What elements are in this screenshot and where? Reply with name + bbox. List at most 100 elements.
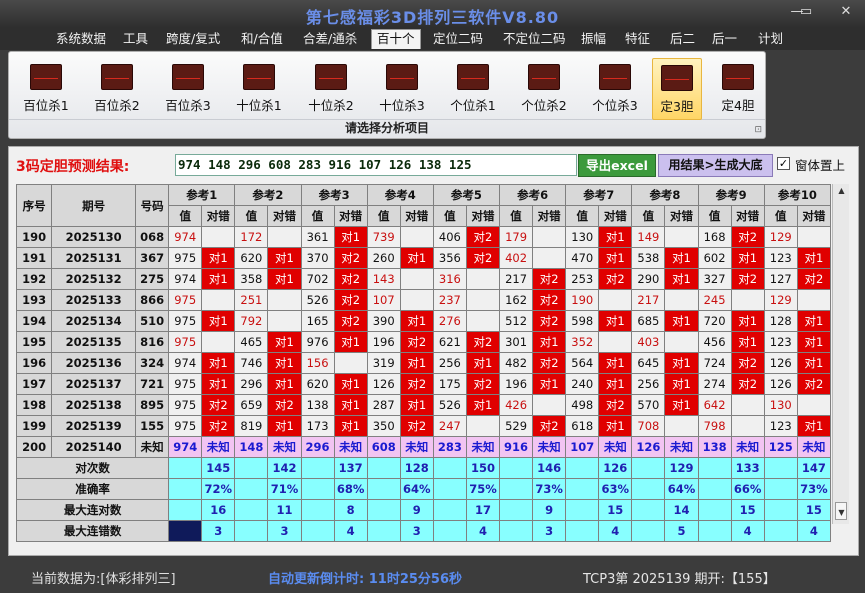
sub-header-value: 值 bbox=[763, 205, 798, 227]
menu-item-5[interactable]: 百十个 bbox=[371, 29, 421, 49]
result-field[interactable]: 974 148 296 608 283 916 107 126 138 125 bbox=[175, 154, 577, 176]
cell-hit bbox=[664, 331, 699, 353]
window-title: 第七感福彩3D排列三软件V8.80 bbox=[305, 8, 560, 27]
col-header: 号码 bbox=[135, 184, 170, 227]
sub-header-hit: 对错 bbox=[267, 205, 302, 227]
ribbon-button-7[interactable]: 个位杀2 bbox=[516, 58, 572, 120]
close-button[interactable]: ✕ bbox=[835, 4, 857, 19]
ribbon-button-0[interactable]: 百位杀1 bbox=[18, 58, 74, 120]
row-period: 2025138 bbox=[51, 394, 137, 416]
sub-header-value: 值 bbox=[565, 205, 600, 227]
menu-item-6[interactable]: 定位二码 bbox=[428, 30, 488, 50]
generate-base-button[interactable]: 用结果>生成大底 bbox=[658, 154, 773, 177]
ribbon-button-3[interactable]: 十位杀1 bbox=[231, 58, 287, 120]
cell-value: 645 bbox=[631, 352, 666, 374]
chart-icon bbox=[599, 64, 631, 90]
table-row[interactable]: 194 2025134 510 975 对1 792 165 对2 390 对1 276 512 对2 5… bbox=[15, 310, 832, 332]
restore-button[interactable]: ▭ bbox=[795, 4, 817, 19]
cell-value: 402 bbox=[499, 247, 534, 269]
cell-hit bbox=[796, 394, 832, 416]
ribbon-button-5[interactable]: 十位杀3 bbox=[374, 58, 430, 120]
cell-value: 253 bbox=[565, 268, 600, 290]
table-row[interactable]: 195 2025135 816 975 465 对1 976 对1 196 对2 621 对2 301 对… bbox=[15, 331, 832, 353]
cell-hit: 对1 bbox=[598, 310, 633, 332]
ribbon-button-10[interactable]: 定4胆 bbox=[713, 58, 763, 120]
ribbon-button-8[interactable]: 个位杀3 bbox=[587, 58, 643, 120]
menu-item-1[interactable]: 工具 bbox=[118, 30, 153, 50]
stats-blank bbox=[565, 499, 600, 521]
pending-status: 未知 bbox=[796, 436, 832, 458]
pending-row[interactable]: 200 2025140 未知 974 未知 148 未知 296 未知 608 未知 283 未知 916… bbox=[15, 436, 832, 458]
table-row[interactable]: 198 2025138 895 975 对2 659 对2 138 对1 287 对1 526 对1 42… bbox=[15, 394, 832, 416]
cell-hit: 对1 bbox=[399, 352, 434, 374]
sub-header-hit: 对错 bbox=[664, 205, 699, 227]
cell-hit: 对2 bbox=[399, 415, 434, 437]
cell-value: 127 bbox=[763, 268, 798, 290]
pending-value: 916 bbox=[499, 436, 534, 458]
cell-value: 149 bbox=[631, 226, 666, 248]
pending-value: 608 bbox=[366, 436, 401, 458]
row-seq: 196 bbox=[15, 352, 53, 374]
table-row[interactable]: 197 2025137 721 975 对1 296 对1 620 对1 126 对2 175 对2 19… bbox=[15, 373, 832, 395]
cell-hit bbox=[201, 331, 236, 353]
menu-item-9[interactable]: 特征 bbox=[620, 30, 655, 50]
ribbon-button-9[interactable]: 定3胆 bbox=[652, 58, 702, 120]
export-excel-button[interactable]: 导出excel bbox=[578, 154, 656, 177]
ribbon-button-6[interactable]: 个位杀1 bbox=[445, 58, 501, 120]
menu-item-7[interactable]: 不定位二码 bbox=[498, 30, 571, 50]
table-row[interactable]: 199 2025139 155 975 对2 819 对1 173 对1 350 对2 247 529 对… bbox=[15, 415, 832, 437]
ribbon-expand-icon[interactable]: ⊡ bbox=[754, 125, 762, 135]
vertical-scrollbar[interactable]: ▲ ▼ bbox=[832, 184, 849, 524]
cell-hit: 对2 bbox=[201, 394, 236, 416]
cell-hit bbox=[201, 289, 236, 311]
stats-value: 9 bbox=[399, 499, 434, 521]
ribbon-button-label: 十位杀2 bbox=[308, 98, 354, 113]
menu-item-4[interactable]: 合差/通杀 bbox=[298, 30, 362, 50]
menu-item-2[interactable]: 跨度/复式 bbox=[161, 30, 225, 50]
cell-value: 724 bbox=[697, 352, 732, 374]
menu-item-10[interactable]: 后二 bbox=[665, 30, 700, 50]
menu-item-0[interactable]: 系统数据 bbox=[51, 30, 111, 50]
cell-value: 708 bbox=[631, 415, 666, 437]
cell-hit: 对2 bbox=[532, 289, 567, 311]
stats-blank bbox=[499, 478, 534, 500]
scroll-up-icon[interactable]: ▲ bbox=[833, 186, 850, 200]
ribbon-button-2[interactable]: 百位杀3 bbox=[160, 58, 216, 120]
cell-value: 620 bbox=[234, 247, 269, 269]
cell-hit bbox=[598, 289, 633, 311]
cell-hit bbox=[267, 289, 302, 311]
sub-header-hit: 对错 bbox=[465, 205, 501, 227]
menu-item-3[interactable]: 和/合值 bbox=[236, 30, 288, 50]
cell-hit: 对1 bbox=[664, 394, 699, 416]
table-row[interactable]: 191 2025131 367 975 对1 620 对1 370 对2 260 对1 356 对2 40… bbox=[15, 247, 832, 269]
stats-blank bbox=[432, 478, 467, 500]
cell-value: 621 bbox=[432, 331, 467, 353]
chart-icon bbox=[528, 64, 560, 90]
cell-hit: 对1 bbox=[201, 268, 236, 290]
cell-hit: 对2 bbox=[730, 352, 765, 374]
menu-item-12[interactable]: 计划 bbox=[753, 30, 788, 50]
stats-blank bbox=[432, 457, 467, 479]
chart-icon bbox=[172, 64, 204, 90]
scroll-down-icon[interactable]: ▼ bbox=[833, 508, 850, 522]
cell-value: 370 bbox=[300, 247, 335, 269]
cell-value: 196 bbox=[366, 331, 401, 353]
cell-value: 618 bbox=[565, 415, 600, 437]
row-number: 367 bbox=[135, 247, 170, 269]
cell-hit: 对1 bbox=[333, 226, 368, 248]
menu-item-11[interactable]: 后一 bbox=[707, 30, 742, 50]
cell-hit bbox=[333, 352, 368, 374]
ribbon-panel: 请选择分析项目 ⊡ 百位杀1 百位杀2 百位杀3 十位杀1 十位杀2 十位杀3 个位杀1 个位… bbox=[8, 51, 766, 139]
pin-window-checkbox[interactable]: ✓ bbox=[777, 157, 790, 170]
table-row[interactable]: 196 2025136 324 974 对1 746 对1 156 319 对1 256 对1 482 对… bbox=[15, 352, 832, 374]
table-row[interactable]: 192 2025132 275 974 对1 358 对1 702 对2 143 316 217 对2 2… bbox=[15, 268, 832, 290]
cell-value: 256 bbox=[631, 373, 666, 395]
ribbon-button-1[interactable]: 百位杀2 bbox=[89, 58, 145, 120]
menu-item-8[interactable]: 振幅 bbox=[576, 30, 611, 50]
table-row[interactable]: 190 2025130 068 974 172 361 对1 739 406 对2 179 130 对1… bbox=[15, 226, 832, 248]
stats-value: 128 bbox=[399, 457, 434, 479]
status-bar: 当前数据为:[体彩排列三] 自动更新倒计时: 11时25分56秒 TCP3第 2… bbox=[0, 560, 865, 593]
stats-value: 3 bbox=[201, 520, 236, 542]
table-row[interactable]: 193 2025133 866 975 251 526 对2 107 237 162 对2 190 21… bbox=[15, 289, 832, 311]
ribbon-button-4[interactable]: 十位杀2 bbox=[303, 58, 359, 120]
